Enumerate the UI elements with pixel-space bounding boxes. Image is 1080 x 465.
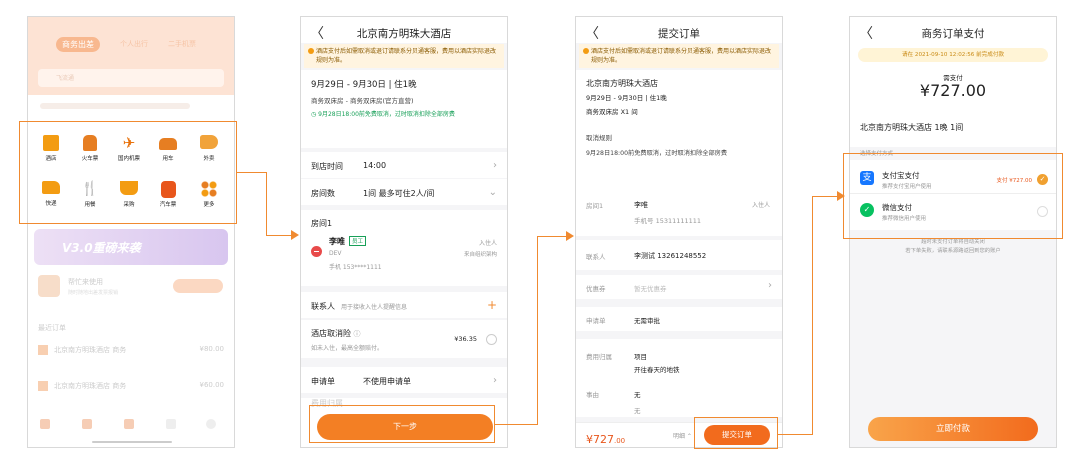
home-screen: 商务出差 个人出行 二手机票 飞流通 酒店 火车票 ✈ 国内机票 用车 外卖 快… bbox=[27, 16, 235, 448]
employee-tag: 员工 bbox=[349, 236, 367, 246]
recent-item[interactable]: 北京南方明珠酒店 商务 ¥80.00 bbox=[28, 337, 234, 365]
message-tab-icon[interactable] bbox=[82, 419, 92, 429]
highlight-next-button bbox=[309, 405, 495, 443]
help-card[interactable]: 帮忙来使用 随时随地出差发票报销 bbox=[28, 273, 234, 305]
coupon-row[interactable]: 优惠券 暂无优惠券 › bbox=[576, 275, 782, 299]
warning-icon bbox=[308, 48, 314, 54]
stay-dates: 9月29日 - 9月30日 | 住1晚 bbox=[311, 80, 417, 90]
highlight-hotel-grid bbox=[19, 121, 237, 224]
notice-banner: 酒店支付后如需取消或退订请联系分贝通客服，费用以酒店实际退改规则为准。 bbox=[579, 44, 779, 68]
page-title: 北京南方明珠大酒店 bbox=[356, 28, 452, 40]
guest-name: 李唯 bbox=[329, 237, 345, 246]
hotel-summary: 9月29日 - 9月30日 | 住1晚 商务双床房 - 商务双床房(官方直营) … bbox=[301, 70, 507, 148]
cost-row[interactable]: 费用归属 项目 开往春天的地铁 bbox=[576, 339, 782, 377]
header-label: 飞流通 bbox=[56, 75, 75, 82]
room1-row: 房间1 李唯 入住人 手机号 15311111111 bbox=[576, 188, 782, 236]
pay-now-button[interactable]: 立即付款 bbox=[868, 417, 1038, 441]
contact-row: 联系人 李测试 13261248552 bbox=[576, 240, 782, 270]
page-title: 提交订单 bbox=[658, 28, 700, 40]
recent-title: 最近订单 bbox=[38, 324, 66, 332]
bottom-tab-bar bbox=[28, 413, 234, 439]
info-icon: ⓘ bbox=[353, 330, 361, 338]
notice-banner: 酒店支付后如需取消或退订请联系分贝通客服，费用以酒店实际退改规则为准。 bbox=[304, 44, 504, 68]
nav-bar: 〈 提交订单 bbox=[576, 17, 782, 43]
tab-secondhand[interactable]: 二手机票 bbox=[168, 39, 196, 49]
chevron-right-icon: › bbox=[493, 375, 497, 386]
tab-business[interactable]: 商务出差 bbox=[56, 37, 100, 52]
pay-header: 〈 商务订单支付 请在 2021-09-10 12:02:56 前完成付款 需支… bbox=[850, 17, 1056, 147]
chevron-down-icon: ⌄ bbox=[488, 187, 497, 198]
free-cancel: ◷ 9月28日18:00前免费取消，过时取消扣除全部房费 bbox=[311, 111, 455, 118]
remove-guest-icon[interactable] bbox=[311, 246, 322, 257]
chevron-right-icon: › bbox=[768, 280, 772, 291]
hotel-name: 北京南方明珠大酒店 bbox=[586, 79, 658, 88]
submit-order-screen: 〈 提交订单 酒店支付后如需取消或退订请联系分贝通客服，费用以酒店实际退改规则为… bbox=[575, 16, 783, 448]
detail-link[interactable]: 明细 ⌃ bbox=[673, 431, 692, 440]
insurance-checkbox[interactable] bbox=[486, 334, 497, 345]
approval-tab-icon[interactable] bbox=[124, 419, 134, 429]
highlight-submit-button bbox=[694, 417, 778, 449]
add-contact-icon[interactable]: + bbox=[487, 298, 497, 312]
profile-tab-icon[interactable] bbox=[206, 419, 216, 429]
room-count-row[interactable]: 房间数 1间 最多可住2人/间 ⌄ bbox=[301, 179, 507, 205]
home-tab-icon[interactable] bbox=[40, 419, 50, 429]
reason-row[interactable]: 事由 无 无 bbox=[576, 377, 782, 417]
recent-item[interactable]: 北京南方明珠酒店 商务 ¥60.00 bbox=[28, 373, 234, 401]
insurance-row[interactable]: 酒店取消险 ⓘ 如未入住，最高全额赔付。 ¥36.35 bbox=[301, 320, 507, 358]
warning-icon bbox=[583, 48, 589, 54]
home-indicator bbox=[92, 441, 172, 443]
flow-arrow bbox=[237, 172, 267, 174]
insurance-label: 酒店取消险 ⓘ bbox=[311, 329, 361, 338]
nav-bar: 〈 北京南方明珠大酒店 bbox=[301, 17, 507, 43]
contact-row[interactable]: 联系人 用于接收入住人提醒信息 + bbox=[301, 292, 507, 318]
tab-personal[interactable]: 个人出行 bbox=[120, 39, 148, 49]
arrow-head-icon bbox=[566, 231, 574, 241]
arrow-head-icon bbox=[291, 230, 299, 240]
page-title: 商务订单支付 bbox=[921, 28, 985, 40]
pay-amount: ¥727.00 bbox=[919, 81, 987, 100]
arrive-time-row[interactable]: 到店时间 14:00 › bbox=[301, 152, 507, 178]
apply-row[interactable]: 申请单 不使用申请单 › bbox=[301, 367, 507, 393]
hotel-order-screen: 〈 北京南方明珠大酒店 酒店支付后如需取消或退订请联系分贝通客服，费用以酒店实际… bbox=[300, 16, 508, 448]
chevron-right-icon: › bbox=[493, 160, 497, 171]
order-summary: 北京南方明珠大酒店 9月29日 - 9月30日 | 住1晚 商务双床房 X1 间… bbox=[576, 70, 782, 198]
home-header: 商务出差 个人出行 二手机票 飞流通 bbox=[28, 17, 234, 95]
apply-row: 申请单 无需审批 bbox=[576, 307, 782, 331]
promo-banner[interactable]: V3.0重磅来袭 bbox=[34, 229, 228, 265]
highlight-pay-methods bbox=[843, 153, 1063, 239]
total-price: ¥727.00 bbox=[586, 433, 626, 446]
order-tab-icon[interactable] bbox=[166, 419, 176, 429]
helper-icon bbox=[38, 275, 60, 297]
pay-deadline: 请在 2021-09-10 12:02:56 前完成付款 bbox=[858, 48, 1048, 62]
room1-section: 房间1 李唯 员工 DEV 手机 153****1111 入住人 来自组织架构 bbox=[301, 210, 507, 286]
order-desc: 北京南方明珠大酒店 1晚 1间 bbox=[860, 123, 964, 132]
room-type: 商务双床房 - 商务双床房(官方直营) bbox=[311, 97, 414, 105]
